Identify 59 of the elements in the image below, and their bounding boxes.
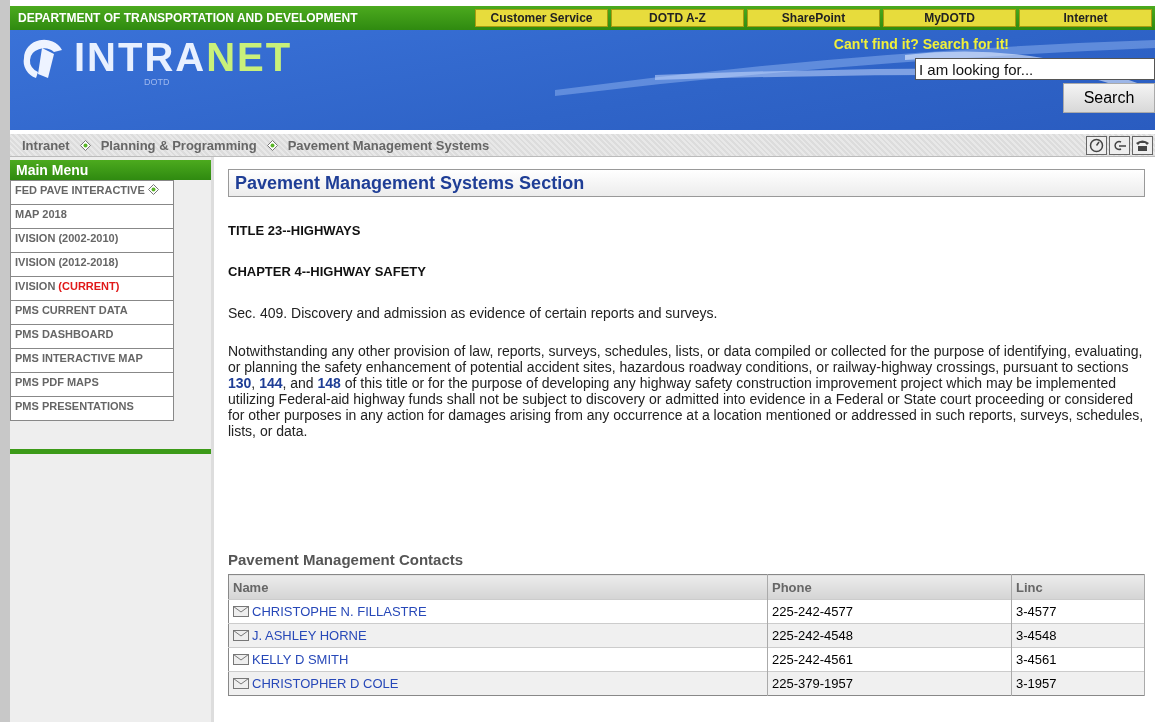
envelope-icon xyxy=(233,678,249,689)
table-cell: 225-242-4561 xyxy=(767,647,1012,672)
table-cell: 3-4548 xyxy=(1011,623,1145,648)
contacts-title: Pavement Management Contacts xyxy=(228,551,465,568)
menu-item[interactable]: PMS PRESENTATIONS xyxy=(10,396,174,421)
marker-icon xyxy=(147,184,159,195)
table-cell: 3-1957 xyxy=(1011,671,1145,696)
table-cell: 3-4561 xyxy=(1011,647,1145,672)
menu-item[interactable]: PMS CURRENT DATA xyxy=(10,300,174,325)
section-link[interactable]: 148 xyxy=(317,375,341,391)
column-header: Phone xyxy=(767,574,1012,600)
search-hint: Can't find it? Search for it! xyxy=(833,36,1009,52)
section-link[interactable]: 144 xyxy=(259,375,283,391)
section-title: Pavement Management Systems Section xyxy=(228,169,1145,197)
contact-link[interactable]: CHRISTOPHE N. FILLASTRE xyxy=(252,604,427,619)
logo-text: INTRANET xyxy=(74,36,293,78)
table-cell: 3-4577 xyxy=(1011,599,1145,624)
top-link[interactable]: DOTD A-Z xyxy=(611,9,744,27)
breadcrumb-link[interactable]: Planning & Programming xyxy=(100,137,257,153)
top-link[interactable]: Internet xyxy=(1019,9,1152,27)
menu-item[interactable]: MAP 2018 xyxy=(10,204,174,229)
contact-link[interactable]: KELLY D SMITH xyxy=(252,652,349,667)
breadcrumb-separator-icon xyxy=(266,139,278,151)
top-link[interactable]: Customer Service xyxy=(475,9,608,27)
menu-item[interactable]: PMS DASHBOARD xyxy=(10,324,174,349)
heading: CHAPTER 4--HIGHWAY SAFETY xyxy=(228,264,427,279)
gauge-icon xyxy=(1089,137,1104,153)
menu-title: Main Menu xyxy=(10,160,211,180)
top-link[interactable]: MyDOTD xyxy=(883,9,1016,27)
table-cell: 225-242-4577 xyxy=(767,599,1012,624)
department-title: DEPARTMENT OF TRANSPORTATION AND DEVELOPMENT xyxy=(18,11,359,25)
menu-item[interactable]: IVISION (2002-2010) xyxy=(10,228,174,253)
breadcrumb-link[interactable]: Pavement Management Systems xyxy=(287,137,490,153)
menu-item[interactable]: IVISION (CURRENT) xyxy=(10,276,174,301)
breadcrumb-link[interactable]: Intranet xyxy=(22,137,70,153)
link-button[interactable] xyxy=(1109,135,1130,155)
logo-subtitle: DOTD xyxy=(144,78,171,87)
search-field[interactable]: I am looking for... xyxy=(915,58,1155,80)
menu-item[interactable]: FED PAVE INTERACTIVE xyxy=(10,180,174,205)
envelope-icon xyxy=(233,606,249,617)
column-header: Linc xyxy=(1011,574,1145,600)
phone-button[interactable] xyxy=(1132,135,1153,155)
envelope-icon xyxy=(233,630,249,641)
contact-link[interactable]: J. ASHLEY HORNE xyxy=(252,628,367,643)
heading: TITLE 23--HIGHWAYS xyxy=(228,223,362,238)
table-cell: 225-379-1957 xyxy=(767,671,1012,696)
menu-item[interactable]: PMS INTERACTIVE MAP xyxy=(10,348,174,373)
section-text: Sec. 409. Discovery and admission as evidence of certain reports and surveys. xyxy=(228,305,719,321)
breadcrumb-separator-icon xyxy=(79,139,91,151)
dashboard-button[interactable] xyxy=(1086,135,1107,155)
paragraph: Notwithstanding any other provision of law, reports, surveys, schedules, lists, or data compiled or collected for the purpose of identifying, evaluating, or planning the safety enhancement of potential accident sites, hazardous roadway conditions, or railway-highway crossings, pursuant to sections 130, 144, and 148 of this title or for the purpose of developing any highway safety construction improvement project which may be implemented utilizing Federal-aid highway funds shall not be subject to discovery or admitted into evidence in a Federal or State court proceeding or considered for other purposes in any action for damages arising from any occurrence at a location mentioned or addressed in such reports, surveys, schedules, lists, or data. xyxy=(228,343,1145,439)
menu-item[interactable]: IVISION (2012-2018) xyxy=(10,252,174,277)
contact-link[interactable]: CHRISTOPHER D COLE xyxy=(252,676,399,691)
top-link[interactable]: SharePoint xyxy=(747,9,880,27)
envelope-icon xyxy=(233,654,249,665)
table-cell: 225-242-4548 xyxy=(767,623,1012,648)
menu-item[interactable]: PMS PDF MAPS xyxy=(10,372,174,397)
search-button[interactable]: Search xyxy=(1063,83,1155,113)
column-header: Name xyxy=(228,574,768,600)
